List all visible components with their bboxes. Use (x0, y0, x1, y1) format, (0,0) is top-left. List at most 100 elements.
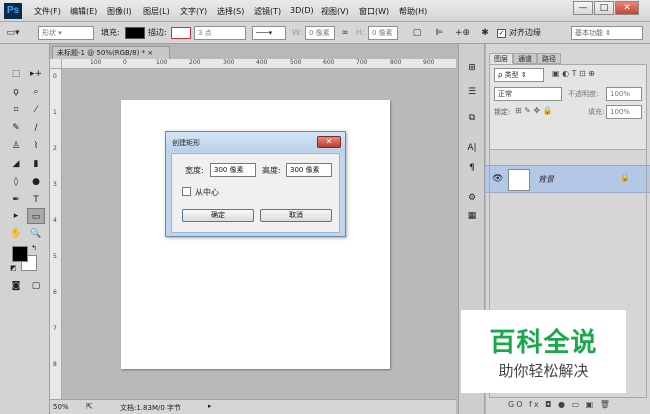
menu-select[interactable]: 选择(S) (217, 6, 244, 17)
menu-layer[interactable]: 图层(L) (143, 6, 170, 17)
menu-file[interactable]: 文件(F) (34, 6, 61, 17)
dialog-height-input[interactable]: 300 像素 (286, 163, 332, 177)
type-tool-icon[interactable]: T (27, 192, 45, 208)
screen-mode-icon[interactable]: ▢ (27, 278, 45, 294)
filter-icons[interactable]: ▣ ◐ T ⊡ ⊕ (552, 69, 595, 78)
menu-image[interactable]: 图像(I) (107, 6, 132, 17)
document-tab-title: 未标题-1 @ 50%(RGB/8) * (57, 49, 146, 57)
layer-style-icon[interactable]: fx (529, 400, 541, 409)
brush-tool-icon[interactable]: ∕ (27, 120, 45, 136)
kind-filter-select[interactable]: ρ 类型 ⇕ (494, 68, 544, 82)
menu-type[interactable]: 文字(Y) (180, 6, 207, 17)
dialog-close-button[interactable]: ✕ (317, 136, 341, 148)
align-edges-checkbox[interactable]: ✓ (497, 29, 506, 38)
maximize-button[interactable]: □ (594, 1, 614, 15)
width-field[interactable]: 0 像素 (305, 26, 335, 40)
clone-stamp-tool-icon[interactable]: ♙ (7, 138, 25, 154)
adjustment-layer-icon[interactable]: ● (558, 400, 567, 409)
path-select-tool-icon[interactable]: ▸ (7, 208, 25, 224)
fill-swatch[interactable] (125, 27, 145, 39)
quick-select-tool-icon[interactable]: ⌕ (27, 84, 45, 100)
link-icon[interactable]: ∞ (338, 26, 352, 40)
lock-icons[interactable]: ⊞ ✎ ✥ 🔒 (515, 106, 553, 115)
eyedropper-tool-icon[interactable]: ⁄ (27, 102, 45, 118)
dialog-titlebar[interactable]: 创建矩形 ✕ (166, 132, 345, 152)
gradient-tool-icon[interactable]: ▮ (27, 156, 45, 172)
ruler-origin[interactable] (50, 59, 62, 69)
minimize-button[interactable]: — (573, 1, 593, 15)
menu-window[interactable]: 窗口(W) (359, 6, 389, 17)
blur-tool-icon[interactable]: ◊ (7, 174, 25, 190)
properties-panel-icon[interactable]: ☰ (464, 84, 480, 100)
ruler-tick-label: 2 (53, 145, 57, 152)
menu-bar: Ps 文件(F) 编辑(E) 图像(I) 图层(L) 文字(Y) 选择(S) 滤… (0, 0, 650, 22)
grid-panel-icon[interactable]: ▦ (464, 208, 480, 224)
tab-layers[interactable]: 图层 (489, 53, 513, 64)
clone-source-panel-icon[interactable]: ⧉ (464, 110, 480, 126)
healing-brush-tool-icon[interactable]: ✎ (7, 120, 25, 136)
close-window-button[interactable]: ✕ (615, 1, 639, 15)
shape-mode-select[interactable]: 形状 ▾ (38, 26, 94, 40)
dialog-width-input[interactable]: 300 像素 (210, 163, 256, 177)
close-tab-icon[interactable]: × (147, 49, 153, 57)
tab-channels[interactable]: 通道 (513, 53, 537, 64)
opacity-field[interactable]: 100% (606, 87, 642, 101)
status-menu-arrow-icon[interactable]: ▸ (208, 402, 212, 410)
paragraph-panel-icon[interactable]: ¶ (464, 160, 480, 176)
foreground-color-swatch[interactable] (12, 246, 28, 262)
quick-mask-icon[interactable]: ◙ (7, 278, 25, 294)
ruler-tick-label: 100 (90, 59, 102, 66)
ruler-tick-label: 8 (53, 361, 57, 368)
history-panel-icon[interactable]: ⊞ (464, 60, 480, 76)
dodge-tool-icon[interactable]: ● (27, 174, 45, 190)
3d-panel-icon[interactable]: ⚙ (464, 190, 480, 206)
tab-paths[interactable]: 路径 (537, 53, 561, 64)
new-layer-icon[interactable]: ▣ (586, 400, 596, 409)
lasso-tool-icon[interactable]: ϙ (7, 84, 25, 100)
layer-mask-icon[interactable]: ◘ (545, 400, 553, 409)
workspace-select[interactable]: 基本功能 ⇕ (571, 26, 643, 40)
stroke-swatch[interactable] (171, 27, 191, 39)
menu-edit[interactable]: 编辑(E) (70, 6, 97, 17)
default-colors-icon[interactable]: ◩ (10, 264, 17, 272)
dialog-height-value: 300 像素 (290, 166, 320, 174)
blend-mode-select[interactable]: 正常 (494, 87, 562, 101)
menu-3d[interactable]: 3D(D) (290, 6, 314, 15)
swap-colors-icon[interactable]: ↰ (31, 244, 37, 252)
ruler-tick-label: 600 (323, 59, 335, 66)
rectangle-tool-icon[interactable]: ▭ (27, 208, 45, 224)
trash-icon[interactable]: 🗑 (600, 400, 612, 409)
stroke-type-select[interactable]: ───▾ (252, 26, 286, 40)
move-tool-icon[interactable]: ▸+ (27, 66, 45, 82)
crop-tool-icon[interactable]: ⌗ (7, 102, 25, 118)
height-field[interactable]: 0 像素 (368, 26, 398, 40)
eraser-tool-icon[interactable]: ◢ (7, 156, 25, 172)
height-value: 0 像素 (372, 29, 393, 37)
document-tab[interactable]: 未标题-1 @ 50%(RGB/8) * × (52, 46, 170, 59)
zoom-tool-icon[interactable]: 🔍 (27, 226, 45, 242)
hand-tool-icon[interactable]: ✋ (7, 226, 25, 242)
link-layers-icon[interactable]: GO (508, 400, 525, 409)
menu-filter[interactable]: 滤镜(T) (254, 6, 281, 17)
gear-icon[interactable]: ✱ (478, 26, 492, 40)
layers-bottom-toolbar[interactable]: GO fx ◘ ● ▭ ▣ 🗑 (508, 400, 612, 409)
document-info: 文档:1.83M/0 字节 (120, 404, 182, 412)
zoom-level[interactable]: 50% (53, 403, 69, 411)
new-group-icon[interactable]: ▭ (572, 400, 582, 409)
history-brush-tool-icon[interactable]: ⌇ (27, 138, 45, 154)
fill-opacity-field[interactable]: 100% (606, 105, 642, 119)
marquee-tool-icon[interactable]: ⬚ (7, 66, 25, 82)
pen-tool-icon[interactable]: ✒ (7, 192, 25, 208)
menu-help[interactable]: 帮助(H) (399, 6, 427, 17)
from-center-checkbox[interactable] (182, 187, 191, 196)
menu-view[interactable]: 视图(V) (321, 6, 349, 17)
stroke-size-field[interactable]: 3 点 (194, 26, 246, 40)
rectangle-tool-preset-icon[interactable]: ▭▾ (6, 26, 20, 40)
path-arrangement-icon[interactable]: +⊕ (455, 26, 470, 40)
ok-button[interactable]: 确定 (182, 209, 254, 222)
character-panel-icon[interactable]: A| (464, 140, 480, 156)
path-alignment-icon[interactable]: ⊫ (432, 26, 446, 40)
path-operations-icon[interactable]: ▢ (410, 26, 424, 40)
cancel-button[interactable]: 取消 (260, 209, 332, 222)
export-icon[interactable]: ⇱ (86, 402, 93, 411)
